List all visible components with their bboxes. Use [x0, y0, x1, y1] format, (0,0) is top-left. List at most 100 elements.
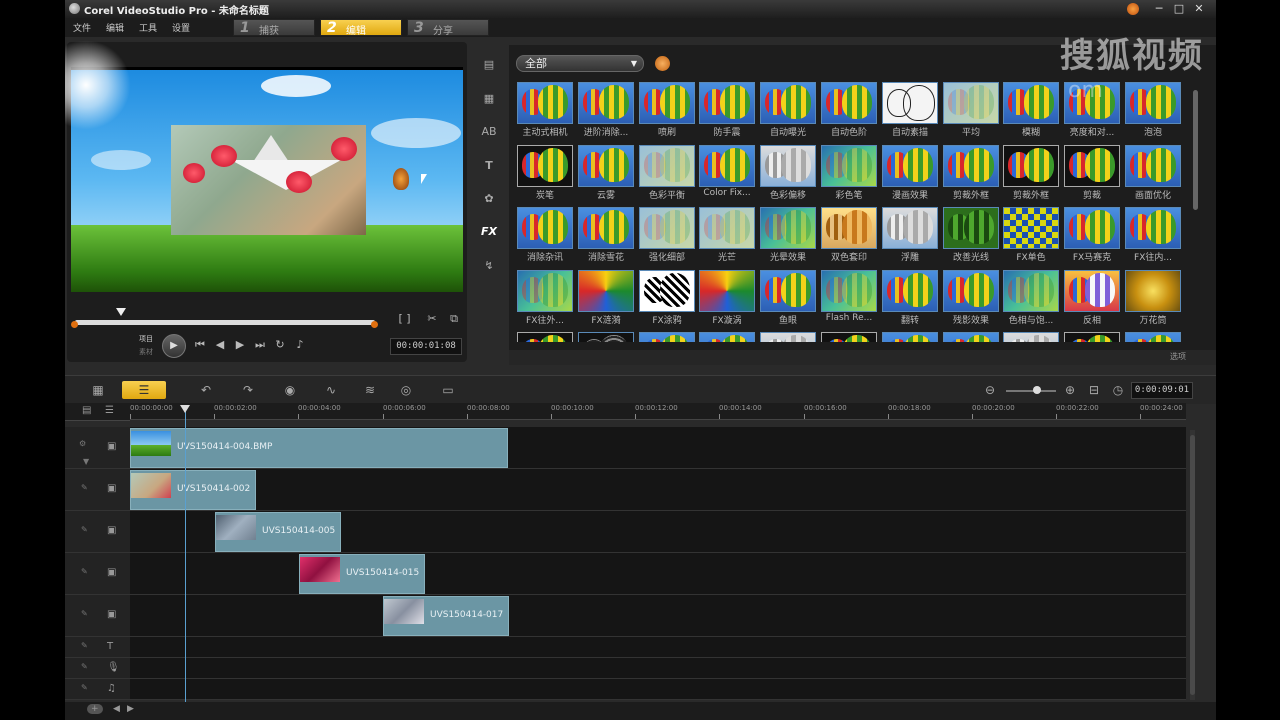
redo-icon[interactable]: ↷: [235, 381, 261, 399]
timeline-view-icon[interactable]: ☰: [122, 381, 166, 399]
filter-thumbnail[interactable]: [1125, 207, 1181, 249]
filter-thumbnail[interactable]: [760, 332, 816, 342]
filter-thumbnail[interactable]: [578, 332, 634, 342]
filter-thumbnail[interactable]: [1064, 270, 1120, 312]
zoom-fit-button[interactable]: +: [87, 704, 103, 714]
timeline-clip[interactable]: UVS150414-015: [299, 554, 425, 594]
library-help-icon[interactable]: [655, 56, 670, 71]
filter-thumbnail[interactable]: [882, 270, 938, 312]
timeline-clip[interactable]: UVS150414-002: [130, 470, 256, 510]
music-track[interactable]: [130, 679, 1186, 700]
path-tab-icon[interactable]: ↯: [479, 256, 499, 276]
timeline-clip[interactable]: UVS150414-004.BMP: [130, 428, 508, 468]
filter-thumbnail[interactable]: [760, 270, 816, 312]
lock-icon[interactable]: ✎: [81, 483, 88, 492]
lock-icon[interactable]: ✎: [81, 641, 88, 650]
lock-icon[interactable]: ✎: [81, 662, 88, 671]
smart-proxy-icon[interactable]: ◉: [277, 381, 303, 399]
next-frame-icon[interactable]: ▶: [233, 338, 247, 351]
filter-thumbnail[interactable]: [578, 145, 634, 187]
filter-thumbnail[interactable]: [639, 207, 695, 249]
time-ruler[interactable]: 00:00:00:00 00:00:02:00 00:00:04:00 00:00:0…: [130, 403, 1186, 420]
menu-file[interactable]: 文件: [73, 21, 91, 34]
filter-thumbnail[interactable]: [943, 145, 999, 187]
overlay-track-1[interactable]: UVS150414-002: [130, 469, 1186, 511]
fit-project-icon[interactable]: ⊟: [1081, 381, 1107, 399]
filter-thumbnail[interactable]: [517, 332, 573, 342]
track-options-icon[interactable]: ⚙: [79, 439, 86, 448]
filter-thumbnail[interactable]: [1125, 332, 1181, 342]
filter-thumbnail[interactable]: [1064, 145, 1120, 187]
scrub-bar[interactable]: [75, 320, 375, 325]
overlay-track-4[interactable]: UVS150414-017: [130, 595, 1186, 637]
transition-tab-icon[interactable]: ▦: [479, 89, 499, 109]
tab-share[interactable]: 3 分享: [407, 19, 489, 37]
filter-thumbnail[interactable]: [821, 82, 877, 124]
filter-thumbnail[interactable]: [1003, 270, 1059, 312]
filter-thumbnail[interactable]: [578, 82, 634, 124]
timecode-display[interactable]: 00:00:01:08: [390, 338, 462, 355]
menu-tools[interactable]: 工具: [139, 21, 157, 34]
filter-thumbnail[interactable]: [1064, 332, 1120, 342]
zoom-out-icon[interactable]: ⊖: [977, 381, 1003, 399]
storyboard-view-icon[interactable]: ▦: [85, 381, 111, 399]
timeline-clip[interactable]: UVS150414-017: [383, 596, 509, 636]
undo-icon[interactable]: ↶: [193, 381, 219, 399]
mode-project[interactable]: 项目: [139, 334, 153, 344]
preview-window[interactable]: [65, 40, 463, 292]
scroll-left-icon[interactable]: ◀: [113, 704, 120, 714]
auto-music-icon[interactable]: ◎: [393, 381, 419, 399]
menu-edit[interactable]: 编辑: [106, 21, 124, 34]
play-button[interactable]: ▶: [162, 334, 186, 358]
video-track[interactable]: UVS150414-004.BMP: [130, 427, 1186, 469]
filter-thumbnail[interactable]: [517, 145, 573, 187]
expand-icon[interactable]: ▼: [83, 457, 89, 466]
zoom-slider[interactable]: [1006, 390, 1056, 392]
timeline-clip[interactable]: UVS150414-005: [215, 512, 341, 552]
zoom-slider-knob[interactable]: [1033, 386, 1041, 394]
filter-thumbnail[interactable]: [1125, 270, 1181, 312]
filter-thumbnail[interactable]: [1003, 207, 1059, 249]
category-dropdown[interactable]: 全部 ▼: [516, 55, 644, 72]
chapter-icon[interactable]: ▭: [435, 381, 461, 399]
filter-thumbnail[interactable]: [639, 145, 695, 187]
media-tab-icon[interactable]: ▤: [479, 55, 499, 75]
mark-in-out-icon[interactable]: [ ]: [392, 312, 417, 325]
filter-thumbnail[interactable]: [1125, 82, 1181, 124]
filter-thumbnail[interactable]: [639, 270, 695, 312]
filter-tab-fx[interactable]: FX: [479, 222, 499, 242]
lock-icon[interactable]: ✎: [81, 525, 88, 534]
filter-thumbnail[interactable]: [1064, 207, 1120, 249]
close-button[interactable]: ✕: [1190, 1, 1208, 16]
repeat-icon[interactable]: ↻: [273, 338, 287, 351]
overlay-track-3[interactable]: UVS150414-015: [130, 553, 1186, 595]
filter-thumbnail[interactable]: [821, 270, 877, 312]
filter-thumbnail[interactable]: [517, 270, 573, 312]
scrub-head[interactable]: [116, 308, 126, 316]
filter-thumbnail[interactable]: [639, 332, 695, 342]
lock-icon[interactable]: ✎: [81, 683, 88, 692]
filter-thumbnail[interactable]: [639, 82, 695, 124]
filter-thumbnail[interactable]: [821, 207, 877, 249]
filter-thumbnail[interactable]: [517, 207, 573, 249]
filter-thumbnail[interactable]: [699, 207, 755, 249]
filter-thumbnail[interactable]: [760, 145, 816, 187]
maximize-button[interactable]: □: [1170, 1, 1188, 16]
filter-thumbnail[interactable]: [699, 145, 755, 187]
timeline-playhead[interactable]: [185, 410, 186, 702]
timeline-scrollbar-thumb[interactable]: [1190, 435, 1195, 695]
scroll-right-icon[interactable]: ▶: [127, 704, 134, 714]
filter-thumbnail[interactable]: [578, 207, 634, 249]
filter-thumbnail[interactable]: [943, 207, 999, 249]
filter-thumbnail[interactable]: [882, 207, 938, 249]
filter-thumbnail[interactable]: [1003, 332, 1059, 342]
tab-edit[interactable]: 2 编辑: [320, 19, 402, 37]
menu-settings[interactable]: 设置: [172, 21, 190, 34]
filter-thumbnail[interactable]: [943, 270, 999, 312]
filter-thumbnail[interactable]: [699, 82, 755, 124]
audio-mixer-icon[interactable]: ≋: [357, 381, 383, 399]
help-icon[interactable]: [1127, 3, 1139, 15]
filter-thumbnail[interactable]: [882, 332, 938, 342]
end-icon[interactable]: ⏭: [253, 338, 267, 352]
lock-icon[interactable]: ✎: [81, 567, 88, 576]
